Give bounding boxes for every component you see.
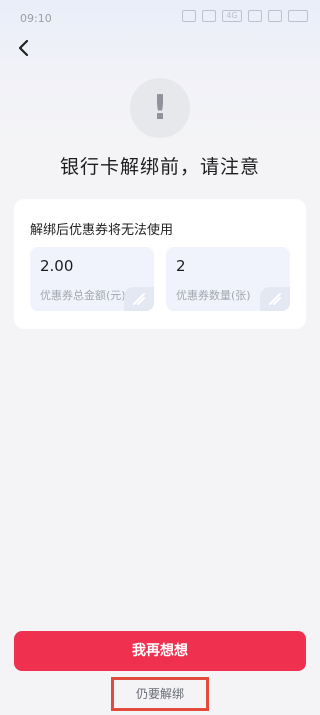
mute-icon — [202, 10, 216, 22]
notice-card-title: 解绑后优惠券将无法使用 — [30, 223, 174, 238]
think-again-button[interactable]: 我再想想 — [14, 631, 306, 671]
coupon-decor-icon — [269, 293, 281, 305]
chevron-left-icon — [18, 39, 29, 57]
coupon-amount-box: 2.00 优惠券总金额(元) — [30, 247, 154, 311]
wifi-icon — [248, 10, 262, 22]
coupon-amount-value: 2.00 — [40, 257, 74, 275]
coupon-amount-label: 优惠券总金额(元) — [40, 289, 126, 302]
coupon-count-box: 2 优惠券数量(张) — [166, 247, 290, 311]
page-title: 银行卡解绑前，请注意 — [59, 156, 260, 178]
coupon-count-value: 2 — [176, 257, 186, 275]
unbind-anyway-button[interactable]: 仍要解绑 — [111, 677, 209, 711]
battery-icon — [288, 10, 308, 22]
warning-badge: ! — [130, 78, 190, 138]
network-label: 4G — [222, 10, 242, 22]
back-button[interactable] — [10, 34, 38, 62]
notice-card: 解绑后优惠券将无法使用 2.00 优惠券总金额(元) 2 优惠券数量(张) — [14, 199, 306, 329]
coupon-count-label: 优惠券数量(张) — [176, 289, 251, 302]
signal-icon — [268, 10, 282, 22]
status-bar: 09:10 4G — [0, 0, 320, 34]
coupon-deco — [260, 287, 290, 311]
alarm-icon — [182, 10, 196, 22]
coupon-decor-icon — [133, 293, 145, 305]
exclamation-icon: ! — [152, 88, 168, 128]
status-time: 09:10 — [20, 12, 52, 25]
status-icons: 4G — [182, 10, 308, 22]
coupon-deco — [124, 287, 154, 311]
